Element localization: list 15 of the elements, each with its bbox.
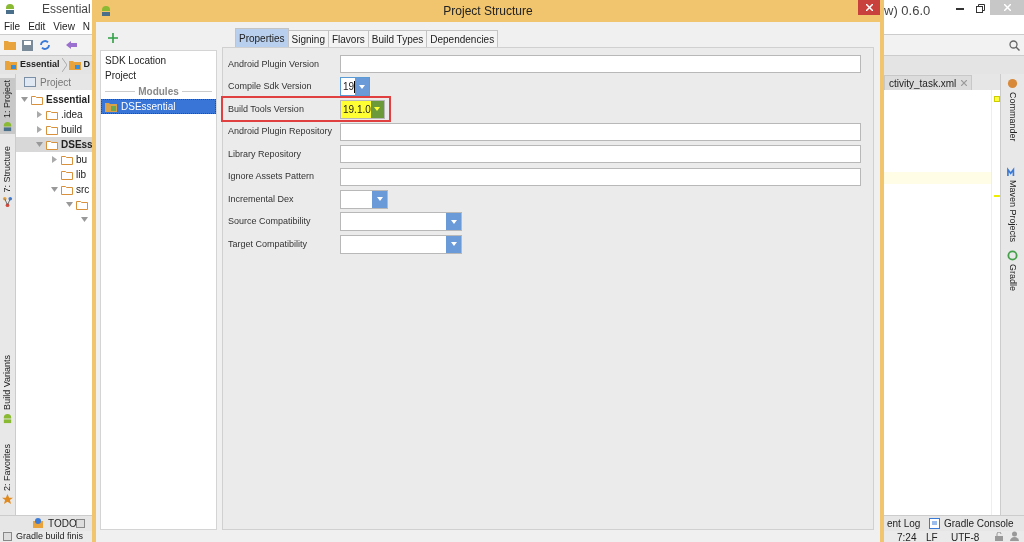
dialog-title: Project Structure	[443, 3, 533, 20]
field-label: Target Compatibility	[228, 237, 309, 251]
field-label: Build Tools Version	[228, 102, 305, 116]
field-label: Source Compatibility	[228, 215, 312, 228]
section-heading: Modules	[138, 84, 179, 99]
field-label: Incremental Dex	[228, 192, 295, 206]
field-label: Compile Sdk Version	[228, 80, 313, 93]
window-title-suffix: w) 0.6.0	[884, 2, 931, 20]
window-title: Essential	[42, 1, 91, 18]
field-label: Android Plugin Repository	[228, 125, 334, 138]
panel-title: Project	[40, 75, 72, 90]
field-label: Ignore Assets Pattern	[228, 170, 316, 183]
status-message: Gradle build finis	[16, 531, 84, 542]
field-label: Android Plugin Version	[228, 57, 321, 71]
field-label: Library Repository	[228, 147, 303, 161]
